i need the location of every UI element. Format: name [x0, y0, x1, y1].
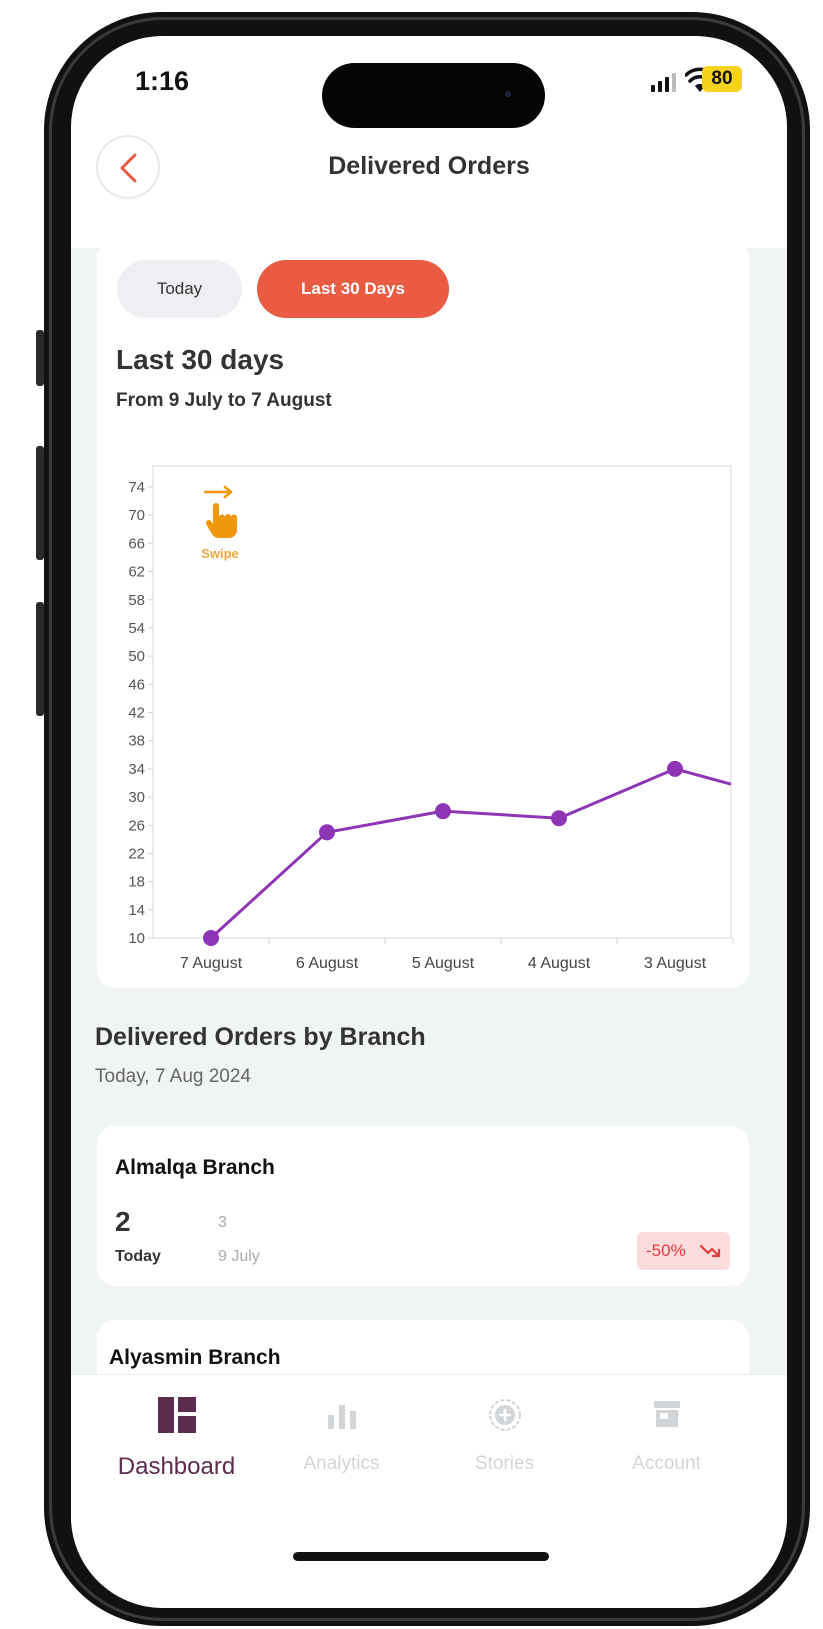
- y-tick-label: 50: [128, 648, 145, 665]
- volume-up-button: [36, 446, 44, 560]
- action-button: [36, 330, 44, 386]
- branches-section-date: Today, 7 Aug 2024: [95, 1066, 251, 1087]
- app-header: Delivered Orders: [71, 128, 787, 248]
- x-tick-label: 3 August: [644, 955, 707, 972]
- y-tick-label: 42: [128, 705, 145, 722]
- nav-label: Stories: [474, 1453, 535, 1474]
- today-count: 2: [115, 1206, 131, 1237]
- today-label: Today: [115, 1248, 161, 1265]
- store-icon: [653, 1401, 680, 1427]
- previous-count: 3: [218, 1214, 227, 1231]
- delivered-orders-chart-card: Today Last 30 Days Last 30 days From 9 J…: [97, 240, 749, 988]
- change-percent: -50%: [646, 1241, 686, 1260]
- y-tick-label: 58: [128, 592, 145, 609]
- dynamic-island: [322, 63, 545, 128]
- nav-label: Dashboard: [117, 1453, 236, 1480]
- nav-label: Account: [632, 1453, 701, 1474]
- x-axis: 7 August 6 August 5 August 4 August 3 August: [180, 938, 734, 972]
- y-axis: 10 14 18 22 26 30 34 38 42 46 50 54 58 62 66 70 74: [128, 479, 153, 947]
- y-tick-label: 66: [128, 535, 145, 552]
- nav-dashboard[interactable]: Dashboard: [87, 1375, 266, 1515]
- branches-section-title: Delivered Orders by Branch: [95, 1023, 426, 1051]
- data-point[interactable]: [319, 824, 335, 841]
- nav-stories[interactable]: Stories: [415, 1375, 594, 1515]
- y-tick-label: 22: [128, 845, 145, 862]
- line-chart[interactable]: 10 14 18 22 26 30 34 38 42 46 50 54 58 62 66 70 74 7 Aug…: [97, 240, 749, 988]
- y-tick-label: 62: [128, 564, 145, 581]
- bar-chart-icon: [327, 1405, 356, 1429]
- y-tick-label: 38: [128, 733, 145, 750]
- page-title: Delivered Orders: [328, 152, 530, 180]
- nav-analytics[interactable]: Analytics: [252, 1375, 431, 1515]
- dashboard-icon: [157, 1397, 196, 1433]
- y-tick-label: 74: [128, 479, 145, 496]
- nav-label: Analytics: [303, 1453, 380, 1474]
- trend-down-icon: [700, 1244, 721, 1258]
- y-tick-label: 54: [128, 620, 145, 637]
- data-point[interactable]: [551, 810, 567, 827]
- cellular-signal-icon: [651, 72, 676, 92]
- plot-area: [152, 465, 732, 939]
- y-tick-label: 10: [128, 930, 145, 947]
- data-point[interactable]: [667, 760, 683, 777]
- y-tick-label: 70: [128, 507, 145, 524]
- bottom-navigation: Dashboard Analytics Stories Account: [71, 1374, 787, 1608]
- nav-account[interactable]: Account: [577, 1375, 756, 1515]
- change-badge: -50%: [637, 1232, 730, 1270]
- battery-indicator: 80: [702, 66, 742, 92]
- x-tick-label: 5 August: [412, 955, 475, 972]
- stories-plus-icon: [488, 1399, 521, 1431]
- y-tick-label: 14: [128, 902, 145, 919]
- app-screen: 1:16 80 Delivered Orders Today Last 30 D…: [71, 36, 787, 1608]
- y-tick-label: 30: [128, 789, 145, 806]
- volume-down-button: [36, 602, 44, 716]
- branch-name: Almalqa Branch: [115, 1156, 275, 1179]
- x-tick-label: 6 August: [296, 955, 359, 972]
- home-indicator: [293, 1552, 549, 1561]
- data-point[interactable]: [203, 930, 219, 946]
- y-tick-label: 18: [128, 874, 145, 891]
- y-tick-label: 26: [128, 817, 145, 834]
- x-tick-label: 7 August: [180, 955, 243, 972]
- previous-date-label: 9 July: [218, 1248, 260, 1265]
- branch-card-almalqa[interactable]: Almalqa Branch 2 Today 3 9 July -50%: [97, 1126, 749, 1286]
- status-time: 1:16: [135, 66, 190, 96]
- x-tick-label: 4 August: [528, 955, 591, 972]
- y-tick-label: 46: [128, 676, 145, 693]
- y-tick-label: 34: [128, 761, 145, 778]
- data-point[interactable]: [435, 803, 451, 820]
- branch-name: Alyasmin Branch: [109, 1346, 281, 1369]
- swipe-label: Swipe: [201, 546, 239, 561]
